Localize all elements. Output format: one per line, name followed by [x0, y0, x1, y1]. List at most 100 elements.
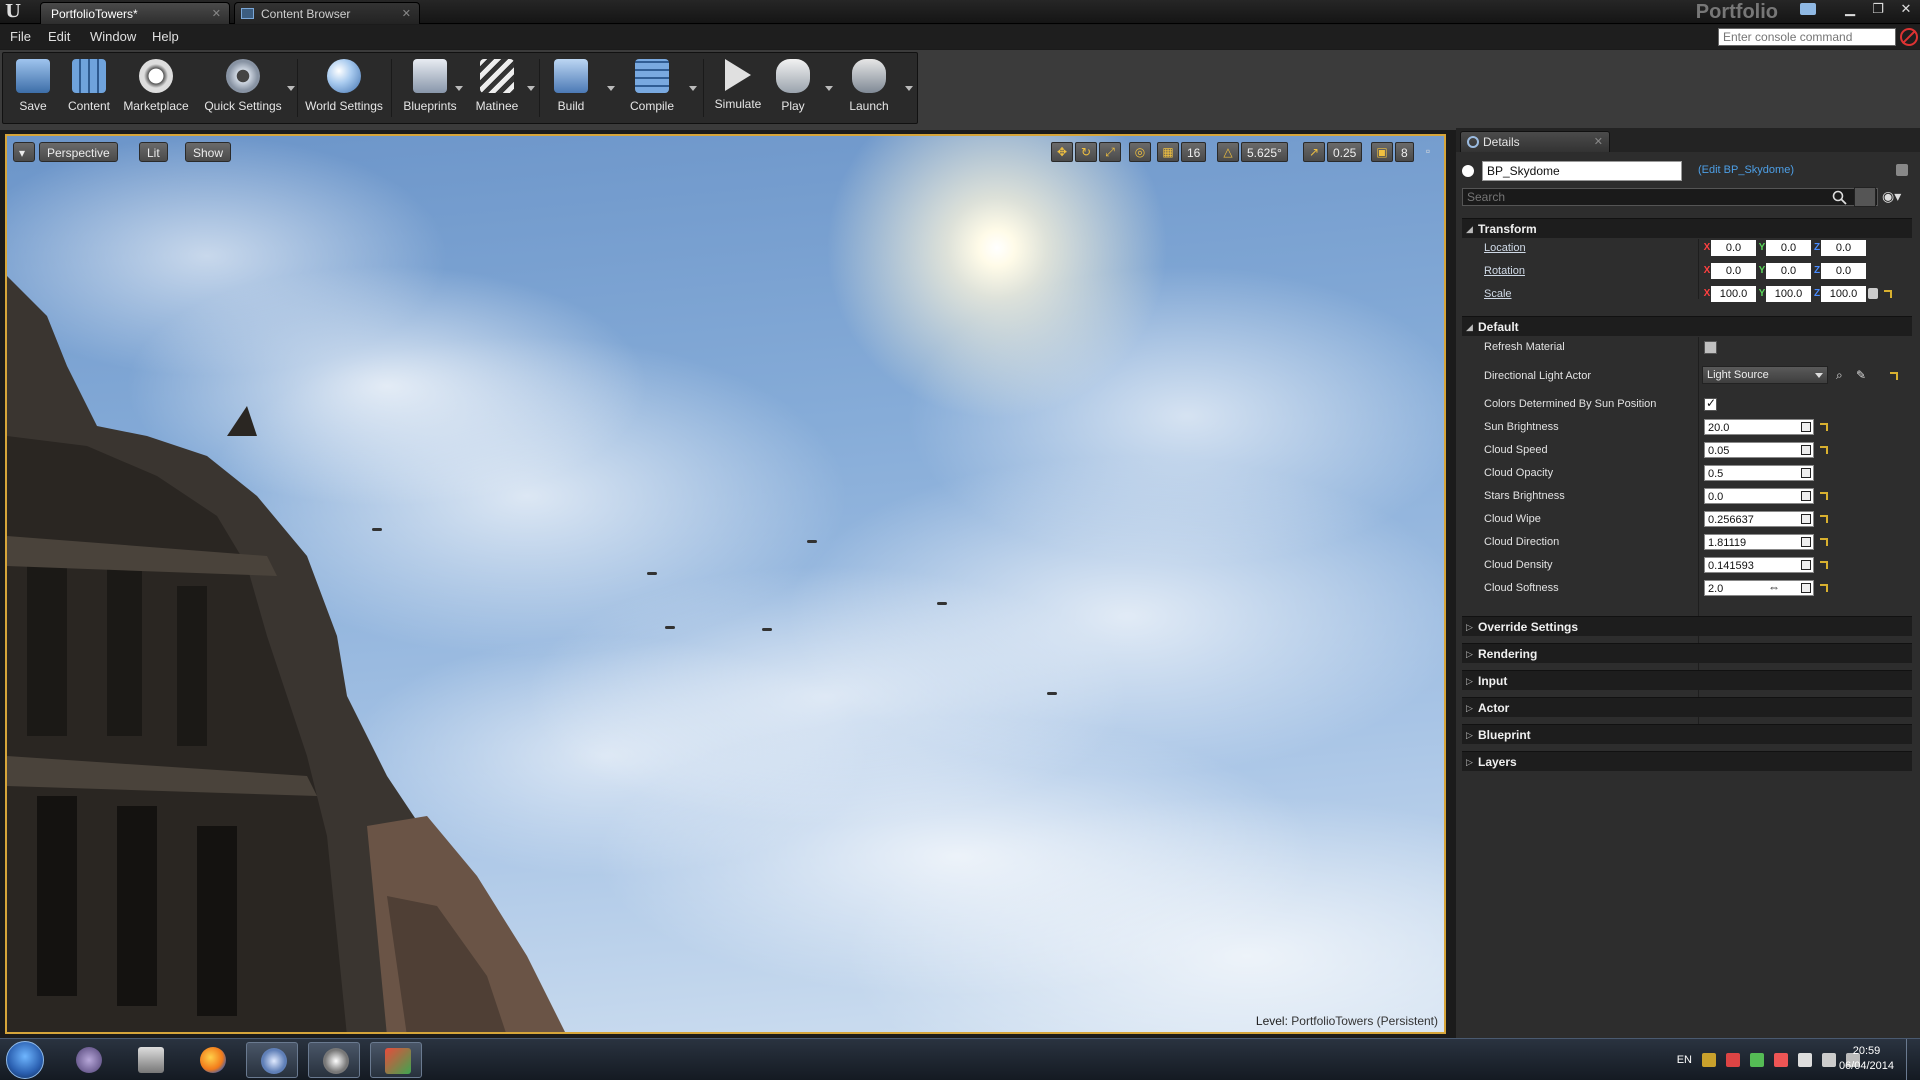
reset-to-default-icon[interactable] — [1820, 446, 1828, 454]
taskbar-app[interactable] — [124, 1042, 176, 1078]
location-z-field[interactable]: 0.0 — [1821, 240, 1866, 256]
simulate-button[interactable]: Simulate — [707, 53, 769, 123]
lit-button[interactable]: Lit — [139, 142, 168, 162]
translate-icon[interactable]: ✥ — [1051, 142, 1073, 162]
reset-to-default-icon[interactable] — [1820, 423, 1828, 431]
section-transform[interactable]: ◢ Transform — [1462, 218, 1912, 238]
viewport-options-button[interactable]: ▾ — [13, 142, 35, 162]
cloud-direction-field[interactable]: 1.81119 — [1704, 534, 1814, 550]
build-button[interactable]: Build — [543, 53, 599, 123]
menu-window[interactable]: Window — [90, 25, 136, 49]
rotation-z-field[interactable]: 0.0 — [1821, 263, 1866, 279]
section-rendering[interactable]: ▷ Rendering — [1462, 643, 1912, 663]
tray-icon[interactable] — [1726, 1053, 1740, 1067]
camera-speed-value[interactable]: 8 — [1395, 142, 1414, 162]
menu-file[interactable]: File — [10, 25, 31, 49]
scale-z-field[interactable]: 100.0 — [1821, 286, 1866, 302]
play-button[interactable]: Play — [767, 53, 819, 123]
section-default[interactable]: ◢ Default — [1462, 316, 1912, 336]
reset-to-default-icon[interactable] — [1820, 584, 1828, 592]
matinee-button[interactable]: Matinee — [469, 53, 525, 123]
cloud-softness-field[interactable]: 2.0 — [1704, 580, 1814, 596]
section-actor[interactable]: ▷ Actor — [1462, 697, 1912, 717]
chevron-down-icon[interactable] — [905, 86, 913, 91]
menu-edit[interactable]: Edit — [48, 25, 70, 49]
location-y-field[interactable]: 0.0 — [1766, 240, 1811, 256]
drag-spinner-icon[interactable] — [1801, 560, 1811, 570]
start-button[interactable] — [6, 1041, 44, 1079]
drag-spinner-icon[interactable] — [1801, 583, 1811, 593]
camera-speed-icon[interactable]: ▣ — [1371, 142, 1393, 162]
level-viewport[interactable]: ▾ Perspective Lit Show ✥ ↻ ⤢ ◎ ▦ 16 △ 5.… — [5, 134, 1446, 1034]
close-icon[interactable]: ✕ — [402, 3, 411, 25]
chevron-down-icon[interactable] — [607, 86, 615, 91]
edit-blueprint-link[interactable]: (Edit BP_Skydome) — [1698, 164, 1794, 176]
console-command-input[interactable] — [1718, 28, 1896, 46]
close-window-icon[interactable]: ✕ — [1898, 1, 1914, 17]
property-matrix-button[interactable] — [1854, 187, 1876, 207]
cloud-wipe-field[interactable]: 0.256637 — [1704, 511, 1814, 527]
chevron-down-icon[interactable] — [455, 86, 463, 91]
compile-button[interactable]: Compile — [621, 53, 683, 123]
browse-search-icon[interactable]: ⌕ — [1836, 368, 1843, 383]
section-input[interactable]: ▷ Input — [1462, 670, 1912, 690]
directional-light-actor-dropdown[interactable]: Light Source — [1702, 366, 1828, 384]
minimize-icon[interactable]: ▁ — [1842, 1, 1858, 17]
chevron-down-icon[interactable] — [689, 86, 697, 91]
drag-spinner-icon[interactable] — [1801, 491, 1811, 501]
tab-details[interactable]: Details ✕ — [1460, 131, 1610, 152]
network-icon[interactable] — [1822, 1053, 1836, 1067]
section-override-settings[interactable]: ▷ Override Settings — [1462, 616, 1912, 636]
actor-visibility-icon[interactable] — [1462, 165, 1474, 177]
chevron-down-icon[interactable] — [527, 86, 535, 91]
location-label[interactable]: Location — [1484, 242, 1526, 254]
actor-name-field[interactable] — [1482, 161, 1682, 181]
drag-spinner-icon[interactable] — [1801, 537, 1811, 547]
sun-brightness-field[interactable]: 20.0 — [1704, 419, 1814, 435]
drag-spinner-icon[interactable] — [1801, 468, 1811, 478]
taskbar-unreal-launcher[interactable] — [246, 1042, 298, 1078]
scale-snap-value[interactable]: 0.25 — [1327, 142, 1363, 162]
show-button[interactable]: Show — [185, 142, 232, 162]
tray-icon[interactable] — [1750, 1053, 1764, 1067]
flag-icon[interactable] — [1798, 1053, 1812, 1067]
refresh-material-checkbox[interactable] — [1704, 341, 1717, 354]
tray-icon[interactable] — [1774, 1053, 1788, 1067]
details-search-input[interactable] — [1462, 188, 1878, 206]
drag-spinner-icon[interactable] — [1801, 422, 1811, 432]
taskbar-app[interactable] — [62, 1042, 114, 1078]
content-button[interactable]: Content — [61, 53, 117, 123]
scale-x-field[interactable]: 100.0 — [1711, 286, 1756, 302]
tray-icon[interactable] — [1702, 1053, 1716, 1067]
eyedropper-icon[interactable]: ✎ — [1856, 368, 1866, 382]
launch-button[interactable]: Launch — [839, 53, 899, 123]
chevron-down-icon[interactable] — [287, 86, 295, 91]
scale-y-field[interactable]: 100.0 — [1766, 286, 1811, 302]
cloud-opacity-field[interactable]: 0.5 — [1704, 465, 1814, 481]
section-blueprint[interactable]: ▷ Blueprint — [1462, 724, 1912, 744]
reset-to-default-icon[interactable] — [1820, 538, 1828, 546]
menu-help[interactable]: Help — [152, 25, 179, 49]
save-button[interactable]: Save — [7, 53, 59, 123]
colors-by-sun-checkbox[interactable] — [1704, 396, 1717, 411]
drag-spinner-icon[interactable] — [1801, 445, 1811, 455]
world-local-icon[interactable]: ◎ — [1129, 142, 1151, 162]
clock[interactable]: 20:59 06/04/2014 — [1839, 1044, 1894, 1074]
cloud-speed-field[interactable]: 0.05 — [1704, 442, 1814, 458]
drag-spinner-icon[interactable] — [1801, 514, 1811, 524]
reset-to-default-icon[interactable] — [1884, 290, 1892, 298]
cloud-density-field[interactable]: 0.141593 — [1704, 557, 1814, 573]
rotate-icon[interactable]: ↻ — [1075, 142, 1097, 162]
restore-icon[interactable]: ❐ — [1870, 1, 1886, 17]
rotation-x-field[interactable]: 0.0 — [1711, 263, 1756, 279]
tab-content-browser[interactable]: Content Browser ✕ — [234, 2, 420, 24]
scale-label[interactable]: Scale — [1484, 288, 1512, 300]
reset-to-default-icon[interactable] — [1820, 492, 1828, 500]
section-layers[interactable]: ▷ Layers — [1462, 751, 1912, 771]
taskbar-firefox[interactable] — [186, 1042, 238, 1078]
rotation-label[interactable]: Rotation — [1484, 265, 1525, 277]
scale-icon[interactable]: ⤢ — [1099, 142, 1121, 162]
grid-snap-value[interactable]: 16 — [1181, 142, 1207, 162]
language-indicator[interactable]: EN — [1677, 1054, 1692, 1066]
rotation-snap-icon[interactable]: △ — [1217, 142, 1239, 162]
